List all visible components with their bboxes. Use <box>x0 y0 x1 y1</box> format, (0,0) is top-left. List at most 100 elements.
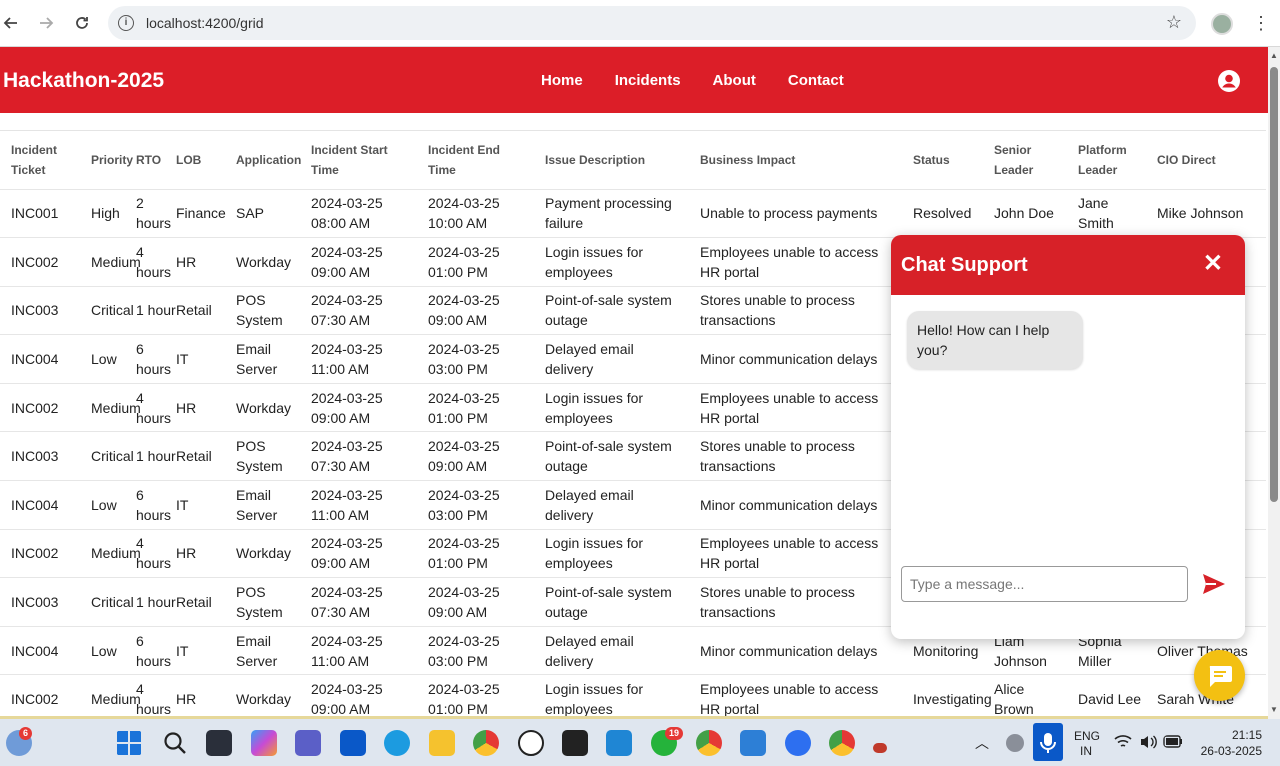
vscode-icon[interactable] <box>606 730 632 756</box>
table-row[interactable]: INC001 High 2 hours Finance SAP 2024-03-25 08… <box>0 189 1266 239</box>
column-header[interactable]: Incident Ticket <box>0 131 80 190</box>
file-explorer-icon[interactable] <box>429 730 455 756</box>
photos-icon[interactable] <box>740 730 766 756</box>
send-icon[interactable] <box>1201 572 1227 596</box>
language-region[interactable]: IN <box>1080 744 1092 758</box>
os-taskbar: 6 19 ︿ ENG IN <box>0 719 1280 766</box>
table-cell: Employees unable to access HR portal <box>689 383 902 433</box>
page-scrollbar[interactable]: ▲ ▼ <box>1268 47 1280 719</box>
forward-icon[interactable] <box>35 12 57 34</box>
app-header: Hackathon-2025 Home Incidents About Cont… <box>0 47 1268 113</box>
table-cell: Medium <box>80 529 141 579</box>
table-cell: High <box>80 189 131 239</box>
table-cell: Investigating <box>902 674 992 718</box>
table-cell: Employees unable to access HR portal <box>689 237 902 287</box>
volume-icon[interactable] <box>1139 734 1157 750</box>
column-header[interactable]: LOB <box>176 131 225 190</box>
table-cell: INC004 <box>0 480 80 530</box>
column-header[interactable]: RTO <box>131 131 176 190</box>
browser-menu-icon[interactable]: ⋮ <box>1252 12 1270 34</box>
table-cell: 4 hours <box>131 529 176 579</box>
nav-contact[interactable]: Contact <box>788 72 844 89</box>
windows-start-icon[interactable] <box>116 730 142 756</box>
table-cell: 2024-03-25 03:00 PM <box>417 626 534 676</box>
store-icon[interactable] <box>340 730 366 756</box>
terminal-icon[interactable] <box>562 730 588 756</box>
table-cell: HR <box>176 674 225 718</box>
teams-icon[interactable] <box>295 730 321 756</box>
search-icon[interactable] <box>162 730 188 756</box>
column-header[interactable]: Priority <box>80 131 133 190</box>
table-cell: Medium <box>80 237 141 287</box>
clock[interactable]: 21:15 26-03-2025 <box>1198 727 1262 759</box>
copilot-icon[interactable] <box>251 730 277 756</box>
scrollbar-thumb[interactable] <box>1270 67 1278 502</box>
profile-avatar[interactable] <box>1211 13 1233 35</box>
dell-icon[interactable] <box>518 730 544 756</box>
chat-toggle-button[interactable] <box>1194 650 1245 701</box>
column-header[interactable]: Application <box>225 131 301 190</box>
table-cell: Payment processing failure <box>534 189 689 239</box>
site-info-icon[interactable]: i <box>118 15 134 31</box>
task-view-icon[interactable] <box>206 730 232 756</box>
table-cell: INC003 <box>0 577 80 627</box>
chevron-up-icon[interactable]: ︿ <box>975 733 989 753</box>
table-cell: 6 hours <box>131 626 176 676</box>
chrome-profile-icon[interactable] <box>696 730 722 756</box>
chat-message-input[interactable] <box>901 566 1188 602</box>
column-header[interactable]: Status <box>902 131 983 190</box>
scroll-down-icon[interactable]: ▼ <box>1270 705 1278 714</box>
table-cell: 2024-03-25 08:00 AM <box>300 189 417 239</box>
main-nav: Home Incidents About Contact <box>541 72 876 89</box>
nav-home[interactable]: Home <box>541 72 583 89</box>
back-icon[interactable] <box>0 12 22 34</box>
chrome-icon[interactable] <box>473 730 499 756</box>
bookmark-star-icon[interactable]: ☆ <box>1166 12 1182 33</box>
column-header[interactable]: CIO Direct <box>1146 131 1266 190</box>
language-code[interactable]: ENG <box>1074 729 1100 743</box>
column-header[interactable]: Incident Start Time <box>300 131 417 190</box>
column-header[interactable]: Incident End Time <box>417 131 534 190</box>
table-cell: Workday <box>225 529 300 579</box>
table-cell: Point-of-sale system outage <box>534 431 689 482</box>
scroll-up-icon[interactable]: ▲ <box>1270 51 1278 60</box>
table-cell: 2 hours <box>131 189 176 239</box>
table-cell: Stores unable to process transactions <box>689 286 902 336</box>
table-cell: 2024-03-25 09:00 AM <box>417 286 534 336</box>
table-row[interactable]: INC002 Medium 4 hours HR Workday 2024-03-25 0… <box>0 674 1266 718</box>
chat-header: Chat Support ✕ <box>891 235 1245 295</box>
close-icon[interactable]: ✕ <box>1203 251 1223 277</box>
table-cell: Critical <box>80 431 134 482</box>
table-cell: Jane Smith <box>1067 189 1146 239</box>
table-cell: INC002 <box>0 529 80 579</box>
table-cell: Login issues for employees <box>534 529 689 579</box>
wifi-icon[interactable] <box>1114 734 1132 750</box>
table-cell: INC004 <box>0 334 80 384</box>
column-header[interactable]: Platform Leader <box>1067 131 1146 190</box>
url-text[interactable]: localhost:4200/grid <box>146 15 264 31</box>
table-cell: Workday <box>225 674 300 718</box>
table-cell: INC003 <box>0 286 80 336</box>
nav-incidents[interactable]: Incidents <box>615 72 681 89</box>
address-bar[interactable]: i localhost:4200/grid ☆ <box>108 6 1196 40</box>
column-header[interactable]: Senior Leader <box>983 131 1067 190</box>
app-icon[interactable] <box>873 743 887 753</box>
nav-about[interactable]: About <box>713 72 756 89</box>
microphone-icon[interactable] <box>1033 723 1063 761</box>
zoom-icon[interactable] <box>785 730 811 756</box>
reload-icon[interactable] <box>71 12 93 34</box>
table-cell: 2024-03-25 09:00 AM <box>300 237 417 287</box>
column-header[interactable]: Issue Description <box>534 131 689 190</box>
table-cell: 1 hour <box>131 286 176 336</box>
chrome-active-icon[interactable] <box>829 730 855 756</box>
column-header[interactable]: Business Impact <box>689 131 902 190</box>
notification-badge: 6 <box>19 727 33 740</box>
table-cell: Stores unable to process transactions <box>689 431 902 482</box>
battery-icon[interactable] <box>1163 735 1183 748</box>
user-account-icon[interactable] <box>1218 70 1240 92</box>
table-cell: Mike Johnson <box>1146 189 1266 239</box>
table-cell: Medium <box>80 674 141 718</box>
edge-icon[interactable] <box>384 730 410 756</box>
onedrive-icon[interactable] <box>1006 734 1024 752</box>
chat-support-panel: Chat Support ✕ Hello! How can I help you… <box>891 235 1245 639</box>
